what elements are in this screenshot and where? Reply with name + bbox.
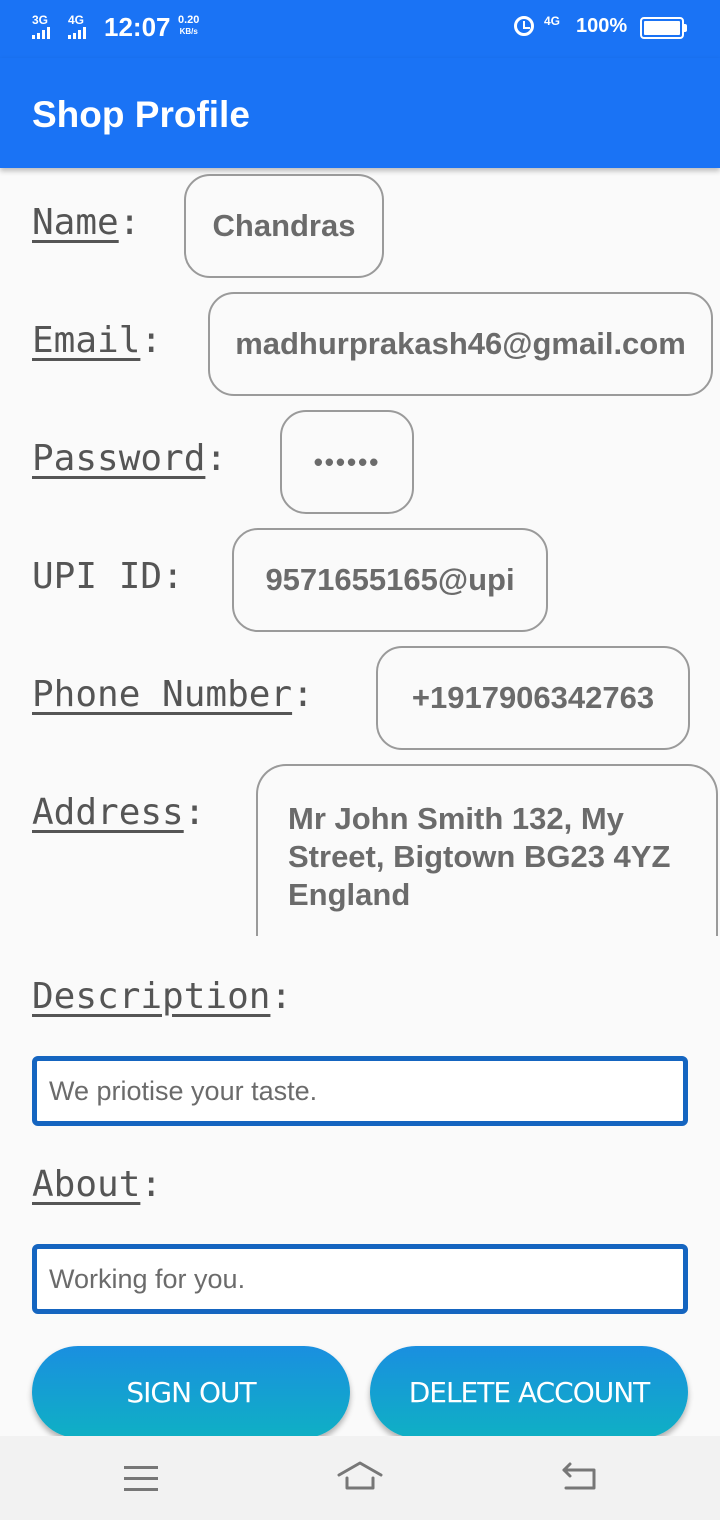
status-bar: 3G 4G 12:07 0.20 KB/s 4G 100% — [0, 0, 720, 58]
phone-value: +1917906342763 — [411, 680, 655, 715]
network-speed: 0.20 KB/s — [178, 14, 199, 38]
about-input[interactable] — [32, 1244, 688, 1314]
sim2-network-type: 4G — [68, 13, 85, 27]
description-label-text: Description — [32, 976, 271, 1017]
sign-out-button[interactable]: SIGN OUT — [32, 1346, 350, 1438]
address-label: Address: — [32, 792, 206, 833]
password-value: •••••• — [313, 446, 381, 477]
name-label: Name: — [32, 202, 141, 243]
clock: 12:07 — [104, 12, 171, 42]
password-label: Password: — [32, 438, 228, 479]
name-label-text: Name — [32, 202, 119, 243]
back-icon[interactable] — [560, 1460, 600, 1494]
phone-label: Phone Number: — [32, 674, 314, 715]
network-speed-unit: KB/s — [179, 27, 198, 36]
battery-percentage: 100% — [576, 15, 628, 37]
name-field[interactable]: Chandras — [184, 174, 384, 278]
address-label-text: Address — [32, 792, 184, 833]
name-value: Chandras — [212, 208, 356, 243]
password-label-text: Password — [32, 438, 206, 479]
description-label: Description: — [32, 976, 293, 1017]
sim1-network-type: 3G — [32, 13, 49, 27]
phone-label-text: Phone Number — [32, 674, 293, 715]
about-label: About: — [32, 1164, 163, 1205]
email-field[interactable]: madhurprakash46@gmail.com — [208, 292, 713, 396]
upi-field[interactable]: 9571655165@upi — [232, 528, 548, 632]
sim2-signal-icon: 4G — [68, 14, 86, 39]
network-speed-value: 0.20 — [178, 14, 200, 26]
address-value: Mr John Smith 132, My Street, Bigtown BG… — [288, 801, 671, 912]
battery-icon — [640, 17, 687, 39]
about-label-text: About — [32, 1164, 141, 1205]
description-input[interactable] — [32, 1056, 688, 1126]
page-title: Shop Profile — [32, 94, 250, 135]
navigation-bar — [0, 1436, 720, 1520]
upi-label-text: UPI ID — [32, 556, 163, 597]
email-value: madhurprakash46@gmail.com — [235, 326, 686, 361]
phone-field[interactable]: +1917906342763 — [376, 646, 690, 750]
network-badge: 4G — [544, 14, 561, 28]
delete-account-button[interactable]: DELETE ACCOUNT — [370, 1346, 688, 1438]
upi-label: UPI ID: — [32, 556, 184, 597]
email-label-text: Email — [32, 320, 141, 361]
sim1-signal-icon: 3G — [32, 14, 50, 39]
password-field[interactable]: •••••• — [280, 410, 414, 514]
home-icon[interactable] — [336, 1460, 384, 1492]
email-label: Email: — [32, 320, 163, 361]
address-field[interactable]: Mr John Smith 132, My Street, Bigtown BG… — [256, 764, 718, 936]
alarm-icon — [514, 16, 534, 36]
upi-value: 9571655165@upi — [265, 562, 515, 597]
menu-icon[interactable] — [124, 1466, 158, 1491]
app-bar: Shop Profile — [0, 58, 720, 168]
